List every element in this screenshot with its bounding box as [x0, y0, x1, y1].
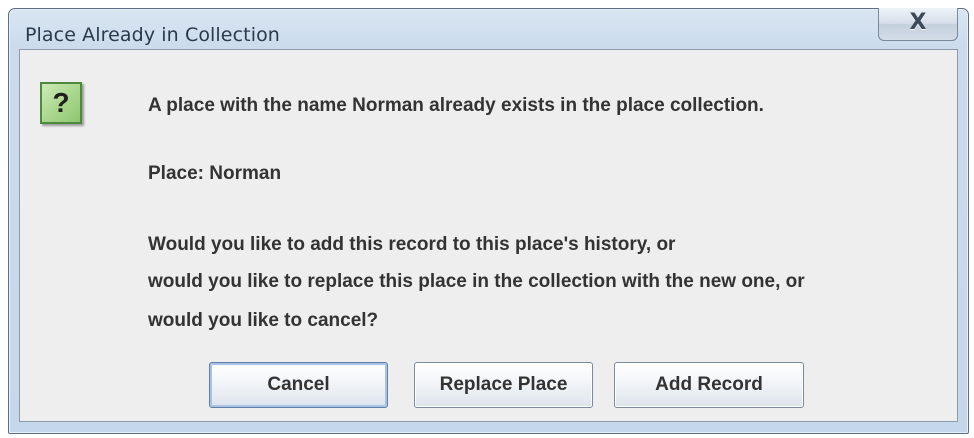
message-line-2: Place: Norman [148, 163, 282, 184]
message-line-1: A place with the name Norman already exi… [148, 95, 764, 116]
question-icon: ? [40, 82, 82, 124]
dialog-content: ? A place with the name Norman already e… [19, 49, 958, 422]
title-bar[interactable]: Place Already in Collection X [9, 8, 968, 49]
message-line-5: would you like to cancel? [148, 310, 379, 331]
dialog-window: Place Already in Collection X ? A place … [8, 8, 969, 434]
window-title: Place Already in Collection [25, 24, 280, 46]
message-line-3: Would you like to add this record to thi… [148, 234, 676, 255]
message-line-4: would you like to replace this place in … [148, 271, 805, 292]
close-button[interactable]: X [878, 8, 958, 41]
button-row: Cancel Replace Place Add Record [20, 362, 957, 408]
replace-place-button[interactable]: Replace Place [414, 362, 593, 408]
question-mark-glyph: ? [52, 87, 70, 118]
add-record-button[interactable]: Add Record [614, 362, 804, 408]
cancel-button[interactable]: Cancel [209, 362, 388, 408]
close-icon: X [909, 10, 927, 35]
